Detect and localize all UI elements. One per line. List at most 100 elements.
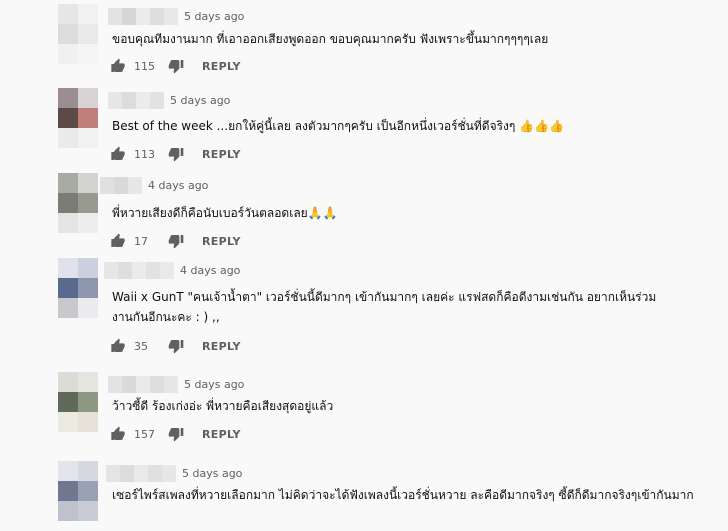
thumbs-down-icon[interactable] bbox=[168, 58, 184, 74]
avatar-pixel bbox=[58, 412, 78, 432]
author-name-blurred[interactable] bbox=[100, 177, 142, 194]
thumbs-up-icon[interactable] bbox=[110, 338, 126, 354]
comment-text-content: ขอบคุณทีมงานมาก ที่เอาออกเสียงพูดออก ขอบ… bbox=[112, 32, 549, 46]
avatar-pixel bbox=[78, 298, 98, 318]
avatar[interactable] bbox=[58, 88, 98, 148]
author-name-pixel bbox=[100, 177, 114, 194]
avatar-pixel bbox=[78, 88, 98, 108]
author-name-pixel bbox=[164, 8, 178, 25]
comment-text: ว้าวซี้ดี ร้องเก่งอ่ะ พี่หวายคือเสียงสุด… bbox=[112, 396, 712, 416]
author-name-pixel bbox=[108, 376, 122, 393]
avatar-pixel bbox=[58, 258, 78, 278]
avatar-pixel bbox=[78, 278, 98, 298]
author-name-pixel bbox=[128, 177, 142, 194]
author-name-pixel bbox=[118, 262, 132, 279]
thumbs-up-icon[interactable] bbox=[110, 146, 126, 162]
author-name-blurred[interactable] bbox=[108, 376, 178, 393]
avatar[interactable] bbox=[58, 258, 98, 318]
author-name-pixel bbox=[136, 92, 150, 109]
avatar[interactable] bbox=[58, 372, 98, 432]
thumbs-up-icon[interactable] bbox=[110, 426, 126, 442]
author-name-pixel bbox=[150, 92, 164, 109]
avatar-pixel bbox=[78, 372, 98, 392]
author-name-pixel bbox=[148, 465, 162, 482]
comment-timestamp[interactable]: 4 days ago bbox=[148, 179, 208, 192]
comment-header: 5 days ago bbox=[108, 8, 244, 25]
like-count: 35 bbox=[134, 339, 148, 353]
comment-timestamp[interactable]: 5 days ago bbox=[184, 378, 244, 391]
comment-actions: 35 REPLY bbox=[110, 336, 241, 356]
comment-text-content: Best of the week ...ยกให้คู่นี้เลย ลงตัว… bbox=[112, 119, 516, 133]
avatar[interactable] bbox=[58, 461, 98, 521]
author-name-pixel bbox=[136, 376, 150, 393]
avatar-pixel bbox=[58, 128, 78, 148]
comment-timestamp[interactable]: 5 days ago bbox=[182, 467, 242, 480]
author-name-blurred[interactable] bbox=[108, 92, 164, 109]
author-name-pixel bbox=[164, 376, 178, 393]
author-name-blurred[interactable] bbox=[106, 465, 176, 482]
avatar[interactable] bbox=[58, 4, 98, 64]
comment-actions: 115 REPLY bbox=[110, 56, 241, 76]
avatar-pixel bbox=[78, 213, 98, 233]
thumbs-down-icon[interactable] bbox=[168, 146, 184, 162]
avatar-pixel bbox=[78, 481, 98, 501]
thumbs-up-icon[interactable] bbox=[110, 233, 126, 249]
avatar-pixel bbox=[78, 501, 98, 521]
avatar-pixel bbox=[58, 193, 78, 213]
comment-header: 5 days ago bbox=[108, 376, 244, 393]
comment-timestamp[interactable]: 5 days ago bbox=[170, 94, 230, 107]
author-name-pixel bbox=[150, 8, 164, 25]
author-name-pixel bbox=[108, 92, 122, 109]
avatar-pixel bbox=[78, 392, 98, 412]
like-count: 115 bbox=[134, 59, 155, 73]
avatar-pixel bbox=[58, 213, 78, 233]
comment-header: 5 days ago bbox=[108, 92, 230, 109]
emoji: 🙏🙏 bbox=[307, 206, 338, 220]
avatar-pixel bbox=[78, 108, 98, 128]
author-name-pixel bbox=[136, 8, 150, 25]
author-name-blurred[interactable] bbox=[104, 262, 174, 279]
author-name-pixel bbox=[108, 8, 122, 25]
author-name-pixel bbox=[122, 92, 136, 109]
author-name-pixel bbox=[160, 262, 174, 279]
comment-actions: 157 REPLY bbox=[110, 424, 241, 444]
author-name-pixel bbox=[106, 465, 120, 482]
reply-button[interactable]: REPLY bbox=[202, 235, 241, 248]
comment-header: 4 days ago bbox=[104, 262, 240, 279]
author-name-blurred[interactable] bbox=[108, 8, 178, 25]
thumbs-up-icon[interactable] bbox=[110, 58, 126, 74]
avatar-pixel bbox=[58, 4, 78, 24]
author-name-pixel bbox=[134, 465, 148, 482]
comment-timestamp[interactable]: 4 days ago bbox=[180, 264, 240, 277]
avatar-pixel bbox=[58, 372, 78, 392]
thumbs-down-icon[interactable] bbox=[168, 233, 184, 249]
avatar-pixel bbox=[58, 461, 78, 481]
avatar-pixel bbox=[78, 461, 98, 481]
avatar[interactable] bbox=[58, 173, 98, 233]
author-name-pixel bbox=[132, 262, 146, 279]
reply-button[interactable]: REPLY bbox=[202, 148, 241, 161]
reply-button[interactable]: REPLY bbox=[202, 60, 241, 73]
avatar-pixel bbox=[58, 88, 78, 108]
comment-text-content: ว้าวซี้ดี ร้องเก่งอ่ะ พี่หวายคือเสียงสุด… bbox=[112, 399, 334, 413]
reply-button[interactable]: REPLY bbox=[202, 340, 241, 353]
avatar-pixel bbox=[78, 193, 98, 213]
avatar-pixel bbox=[78, 24, 98, 44]
avatar-pixel bbox=[78, 412, 98, 432]
thumbs-down-icon[interactable] bbox=[168, 338, 184, 354]
avatar-pixel bbox=[58, 501, 78, 521]
author-name-pixel bbox=[146, 262, 160, 279]
comment-timestamp[interactable]: 5 days ago bbox=[184, 10, 244, 23]
comment-header: 5 days ago bbox=[106, 465, 242, 482]
avatar-pixel bbox=[58, 173, 78, 193]
avatar-pixel bbox=[58, 24, 78, 44]
thumbs-down-icon[interactable] bbox=[168, 426, 184, 442]
reply-button[interactable]: REPLY bbox=[202, 428, 241, 441]
author-name-pixel bbox=[122, 8, 136, 25]
comment-actions: 113 REPLY bbox=[110, 144, 241, 164]
comment-text: เซอร์ไพร์สเพลงที่หวายเลือกมาก ไม่คิดว่าจ… bbox=[112, 485, 697, 505]
like-count: 113 bbox=[134, 147, 155, 161]
comment-text-content: Waii x GunT "คนเจ้าน้ำตา" เวอร์ชั่นนี้ดี… bbox=[112, 290, 657, 324]
avatar-pixel bbox=[58, 44, 78, 64]
comment-header: 4 days ago bbox=[100, 177, 208, 194]
